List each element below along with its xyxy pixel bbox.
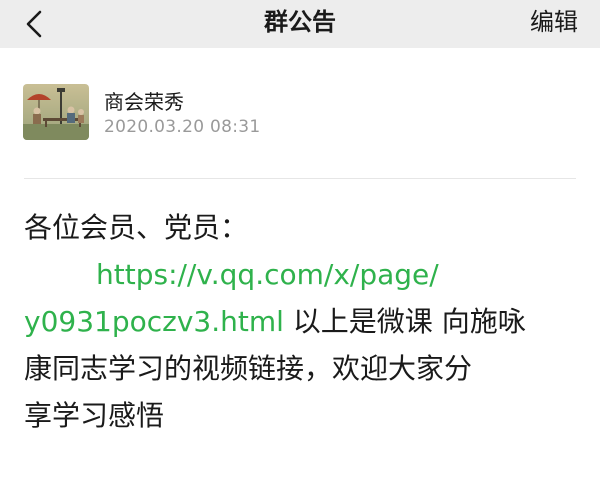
chevron-left-icon [26, 10, 42, 38]
edit-button[interactable]: 编辑 [530, 0, 578, 48]
body-text-after-link: 以上是微课 向施咏 [283, 305, 526, 338]
body-line-4: 康同志学习的视频链接，欢迎大家分 [24, 352, 473, 385]
greeting-line: 各位会员、党员： [24, 211, 249, 244]
divider [24, 178, 576, 179]
avatar-image [23, 84, 89, 140]
page-title: 群公告 [264, 8, 336, 36]
back-button[interactable] [18, 6, 58, 42]
video-link-part2[interactable]: y0931poczv3.html [24, 305, 284, 338]
announcement-body: 各位会员、党员： https://v.qq.com/x/page/ y0931p… [24, 204, 576, 439]
announcement-content: 商会荣秀 2020.03.20 08:31 各位会员、党员： https://v… [0, 48, 600, 483]
video-link-part1[interactable]: https://v.qq.com/x/page/ [96, 258, 439, 291]
avatar[interactable] [23, 84, 89, 140]
navbar: 群公告 编辑 [0, 0, 600, 48]
author-name: 商会荣秀 [104, 90, 184, 114]
body-line-5: 享学习感悟 [24, 399, 165, 432]
post-timestamp: 2020.03.20 08:31 [104, 117, 261, 137]
